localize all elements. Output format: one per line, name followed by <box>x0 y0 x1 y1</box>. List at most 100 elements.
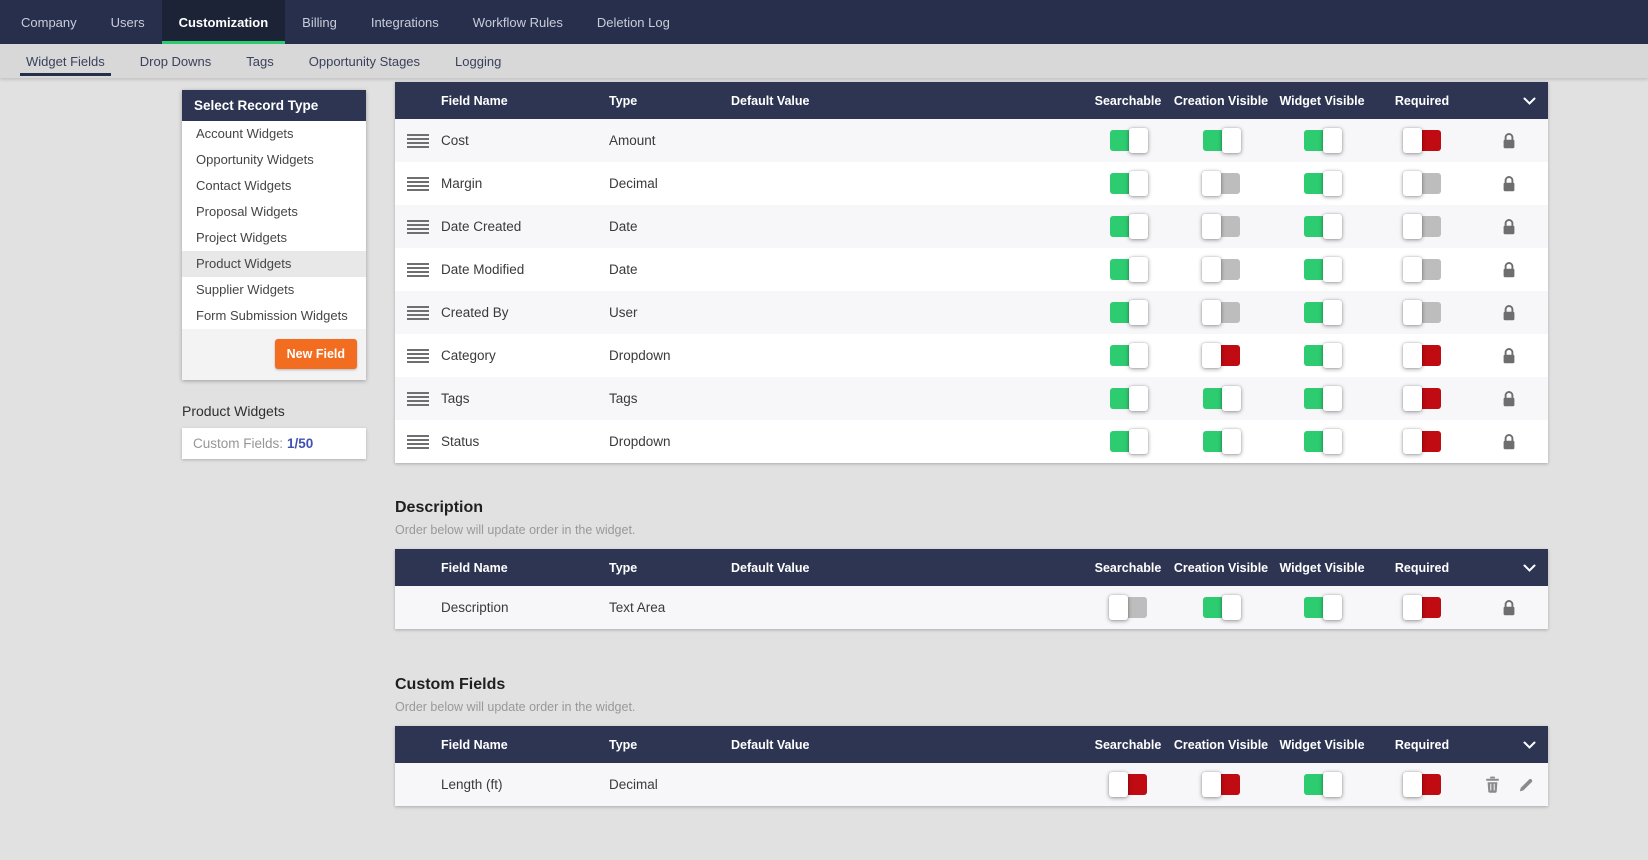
record-type-item-account-widgets[interactable]: Account Widgets <box>182 121 366 147</box>
column-creation-visible: Creation Visible <box>1173 93 1269 108</box>
drag-handle-icon[interactable] <box>407 305 429 320</box>
required-toggle[interactable] <box>1402 429 1441 454</box>
drag-handle-icon[interactable] <box>407 391 429 406</box>
creation-visible-toggle[interactable] <box>1201 214 1240 239</box>
drag-handle-icon[interactable] <box>407 262 429 277</box>
toggle-knob <box>1402 772 1422 797</box>
widget-visible-toggle[interactable] <box>1303 214 1342 239</box>
record-type-item-supplier-widgets[interactable]: Supplier Widgets <box>182 277 366 303</box>
toggle-knob <box>1201 257 1221 282</box>
creation-visible-toggle[interactable] <box>1202 595 1241 620</box>
new-field-button[interactable]: New Field <box>274 339 357 369</box>
sub-nav-item-logging[interactable]: Logging <box>443 44 513 78</box>
widget-visible-toggle[interactable] <box>1303 300 1342 325</box>
creation-visible-toggle[interactable] <box>1201 343 1240 368</box>
record-type-item-proposal-widgets[interactable]: Proposal Widgets <box>182 199 366 225</box>
required-toggle[interactable] <box>1402 128 1441 153</box>
searchable-toggle[interactable] <box>1109 171 1148 196</box>
drag-column-spacer <box>395 726 441 763</box>
field-type-cell: Dropdown <box>609 434 671 449</box>
section-subtitle-custom-fields: Order below will update order in the wid… <box>395 700 636 714</box>
sub-nav-item-drop-downs[interactable]: Drop Downs <box>128 44 224 78</box>
record-type-item-opportunity-widgets[interactable]: Opportunity Widgets <box>182 147 366 173</box>
table-row: Created By User <box>395 291 1548 334</box>
widget-visible-toggle[interactable] <box>1303 429 1342 454</box>
required-toggle[interactable] <box>1402 595 1441 620</box>
lock-icon <box>1501 599 1517 617</box>
top-nav-item-billing[interactable]: Billing <box>285 0 354 44</box>
top-nav-item-integrations[interactable]: Integrations <box>354 0 456 44</box>
chevron-down-icon[interactable] <box>1523 564 1536 572</box>
top-nav-item-users[interactable]: Users <box>94 0 162 44</box>
table-row: Description Text Area <box>395 586 1548 629</box>
record-type-item-contact-widgets[interactable]: Contact Widgets <box>182 173 366 199</box>
sub-nav-item-opportunity-stages[interactable]: Opportunity Stages <box>297 44 432 78</box>
widget-visible-toggle[interactable] <box>1303 595 1342 620</box>
custom-fields-counter-label: Custom Fields: <box>193 436 284 451</box>
toggle-knob <box>1402 300 1422 325</box>
creation-visible-toggle[interactable] <box>1201 257 1240 282</box>
drag-handle-icon[interactable] <box>407 176 429 191</box>
widget-visible-toggle[interactable] <box>1303 128 1342 153</box>
required-toggle[interactable] <box>1402 300 1441 325</box>
table-row: Margin Decimal <box>395 162 1548 205</box>
required-toggle[interactable] <box>1402 171 1441 196</box>
widget-visible-toggle[interactable] <box>1303 171 1342 196</box>
creation-visible-toggle[interactable] <box>1201 772 1240 797</box>
toggle-knob <box>1108 772 1128 797</box>
required-toggle[interactable] <box>1402 772 1441 797</box>
drag-handle-icon[interactable] <box>407 133 429 148</box>
record-type-item-project-widgets[interactable]: Project Widgets <box>182 225 366 251</box>
searchable-toggle[interactable] <box>1109 214 1148 239</box>
creation-visible-toggle[interactable] <box>1201 300 1240 325</box>
sub-nav-item-tags[interactable]: Tags <box>234 44 285 78</box>
searchable-toggle[interactable] <box>1108 595 1147 620</box>
field-name-cell: Status <box>441 434 480 449</box>
row-actions <box>1470 763 1548 806</box>
column-type: Type <box>609 737 638 752</box>
description-table: Field Name Type Default Value Searchable… <box>395 549 1548 629</box>
searchable-toggle[interactable] <box>1109 343 1148 368</box>
top-nav-item-customization[interactable]: Customization <box>161 0 286 44</box>
field-type-cell: User <box>609 305 638 320</box>
creation-visible-toggle[interactable] <box>1201 171 1240 196</box>
top-nav-item-deletion-log[interactable]: Deletion Log <box>580 0 687 44</box>
edit-icon[interactable] <box>1518 777 1534 793</box>
searchable-toggle[interactable] <box>1109 429 1148 454</box>
widget-visible-toggle[interactable] <box>1303 386 1342 411</box>
widget-visible-toggle[interactable] <box>1303 257 1342 282</box>
creation-visible-toggle[interactable] <box>1202 128 1241 153</box>
sub-nav-item-widget-fields[interactable]: Widget Fields <box>14 44 117 78</box>
chevron-down-icon[interactable] <box>1523 97 1536 105</box>
required-toggle[interactable] <box>1402 343 1441 368</box>
creation-visible-toggle[interactable] <box>1202 429 1241 454</box>
creation-visible-toggle[interactable] <box>1202 386 1241 411</box>
required-toggle[interactable] <box>1402 214 1441 239</box>
toggle-knob <box>1221 429 1241 454</box>
record-type-item-form-submission-widgets[interactable]: Form Submission Widgets <box>182 303 366 329</box>
drag-handle-icon[interactable] <box>407 348 429 363</box>
record-type-item-product-widgets[interactable]: Product Widgets <box>182 251 366 277</box>
sub-nav: Widget Fields Drop Downs Tags Opportunit… <box>0 44 1648 78</box>
drag-handle-icon[interactable] <box>407 219 429 234</box>
searchable-toggle[interactable] <box>1109 257 1148 282</box>
widget-visible-toggle[interactable] <box>1303 343 1342 368</box>
drag-handle-icon[interactable] <box>407 434 429 449</box>
field-name-cell: Description <box>441 600 509 615</box>
required-toggle[interactable] <box>1402 386 1441 411</box>
toggle-knob <box>1128 386 1148 411</box>
searchable-toggle[interactable] <box>1109 128 1148 153</box>
table-row: Tags Tags <box>395 377 1548 420</box>
searchable-toggle[interactable] <box>1109 300 1148 325</box>
searchable-toggle[interactable] <box>1109 386 1148 411</box>
top-nav-item-company[interactable]: Company <box>4 0 94 44</box>
required-toggle[interactable] <box>1402 257 1441 282</box>
trash-icon[interactable] <box>1485 776 1500 793</box>
toggle-knob <box>1322 257 1342 282</box>
lock-icon <box>1501 218 1517 236</box>
default-value-cell <box>731 205 1084 248</box>
widget-visible-toggle[interactable] <box>1303 772 1342 797</box>
top-nav-item-workflow-rules[interactable]: Workflow Rules <box>456 0 580 44</box>
searchable-toggle[interactable] <box>1108 772 1147 797</box>
chevron-down-icon[interactable] <box>1523 741 1536 749</box>
